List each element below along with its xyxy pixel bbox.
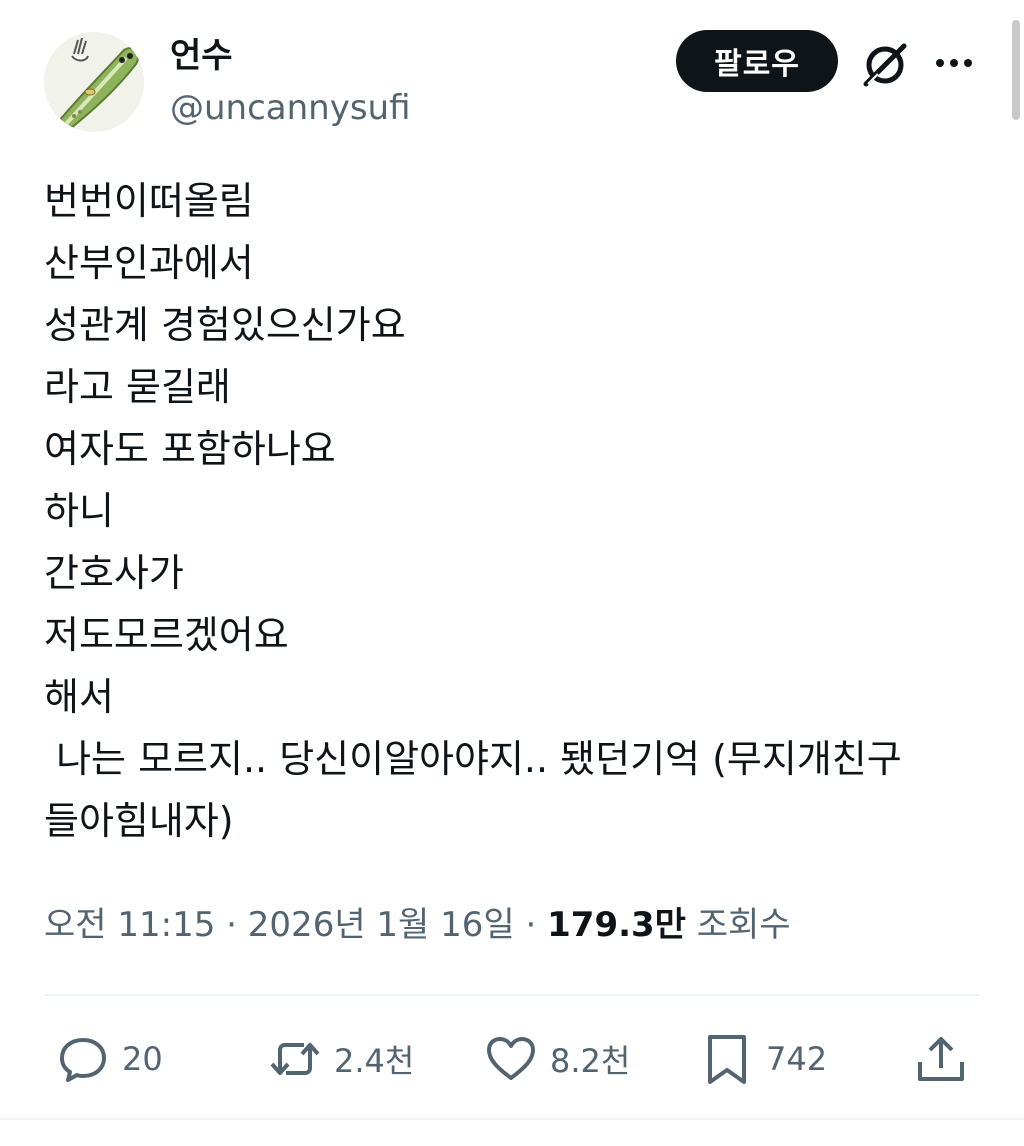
meta-separator: · bbox=[514, 905, 548, 945]
tweet-line: 성관계 경험있으신가요 bbox=[44, 303, 406, 347]
reply-bubble-icon bbox=[60, 1038, 106, 1082]
action-bar: 20 2.4천 8.2천 742 bbox=[0, 1024, 1024, 1094]
retweet-button[interactable]: 2.4천 bbox=[268, 1024, 414, 1094]
retweet-icon bbox=[270, 1043, 320, 1075]
reply-button[interactable]: 20 bbox=[56, 1024, 163, 1094]
tweet-meta: 오전 11:15 · 2026년 1월 16일 · 179.3만 조회수 bbox=[44, 900, 791, 950]
share-upload-icon bbox=[918, 1037, 964, 1081]
scrollbar[interactable] bbox=[1012, 20, 1020, 120]
tweet-text: 번번이떠올림 산부인과에서 성관계 경험있으신가요 라고 묻길래 여자도 포함하… bbox=[44, 170, 974, 852]
display-name[interactable]: 언수 bbox=[170, 36, 233, 76]
bottom-divider bbox=[0, 1118, 1024, 1120]
meta-separator: · bbox=[215, 905, 248, 945]
share-button[interactable] bbox=[914, 1024, 980, 1094]
reply-count: 20 bbox=[122, 1040, 163, 1078]
tweet-line: 저도모르겠어요 bbox=[44, 613, 289, 657]
tweet-line: 나는 모르지.. 당신이알아야지.. 됐던기억 (무지개친구 bbox=[44, 737, 902, 781]
heart-icon bbox=[487, 1037, 535, 1080]
tweet-line: 번번이떠올림 bbox=[44, 179, 254, 223]
tweet-date[interactable]: 2026년 1월 16일 bbox=[248, 905, 515, 945]
views-label: 조회수 bbox=[685, 905, 791, 945]
grok-slash-icon[interactable] bbox=[860, 40, 910, 90]
views-count[interactable]: 179.3만 bbox=[547, 905, 686, 945]
divider bbox=[44, 994, 980, 996]
tweet-line: 해서 bbox=[44, 675, 114, 719]
retweet-count: 2.4천 bbox=[334, 1042, 415, 1080]
like-button[interactable]: 8.2천 bbox=[484, 1024, 630, 1094]
bookmark-icon bbox=[708, 1035, 746, 1084]
bookmark-button[interactable]: 742 bbox=[700, 1024, 827, 1094]
avatar[interactable] bbox=[44, 32, 144, 132]
more-dots-icon[interactable] bbox=[932, 48, 976, 78]
tweet-line: 라고 묻길래 bbox=[44, 365, 231, 409]
avatar-illustration bbox=[44, 32, 144, 132]
like-count: 8.2천 bbox=[550, 1042, 631, 1080]
tweet-line: 하니 bbox=[44, 489, 114, 533]
tweet-time[interactable]: 오전 11:15 bbox=[44, 905, 215, 945]
tweet-line: 여자도 포함하나요 bbox=[44, 427, 336, 471]
tweet-line: 산부인과에서 bbox=[44, 241, 254, 285]
bookmark-count: 742 bbox=[766, 1040, 828, 1078]
handle[interactable]: @uncannysufi bbox=[170, 88, 411, 128]
tweet-line: 간호사가 bbox=[44, 551, 184, 595]
tweet-line: 들아힘내자) bbox=[44, 799, 234, 843]
follow-button[interactable]: 팔로우 bbox=[676, 30, 838, 92]
